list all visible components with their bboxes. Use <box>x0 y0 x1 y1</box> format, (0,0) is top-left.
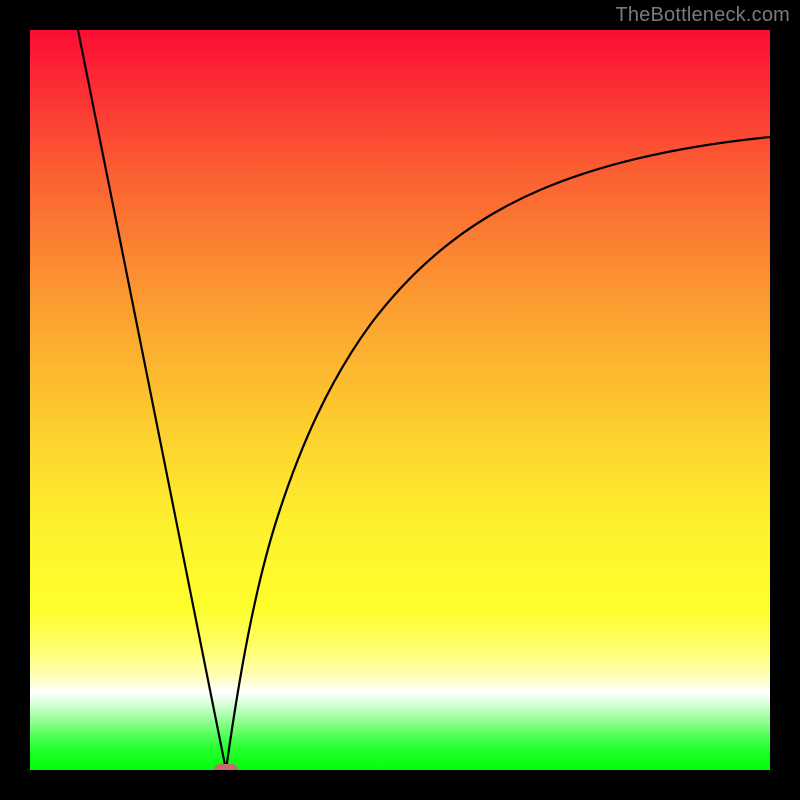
cusp-marker <box>214 764 238 770</box>
curve-right-branch <box>226 137 770 770</box>
watermark-text: TheBottleneck.com <box>615 4 790 27</box>
plot-area <box>30 30 770 770</box>
curve-svg <box>30 30 770 770</box>
chart-frame: TheBottleneck.com <box>0 0 800 800</box>
curve-left-branch <box>78 30 226 770</box>
